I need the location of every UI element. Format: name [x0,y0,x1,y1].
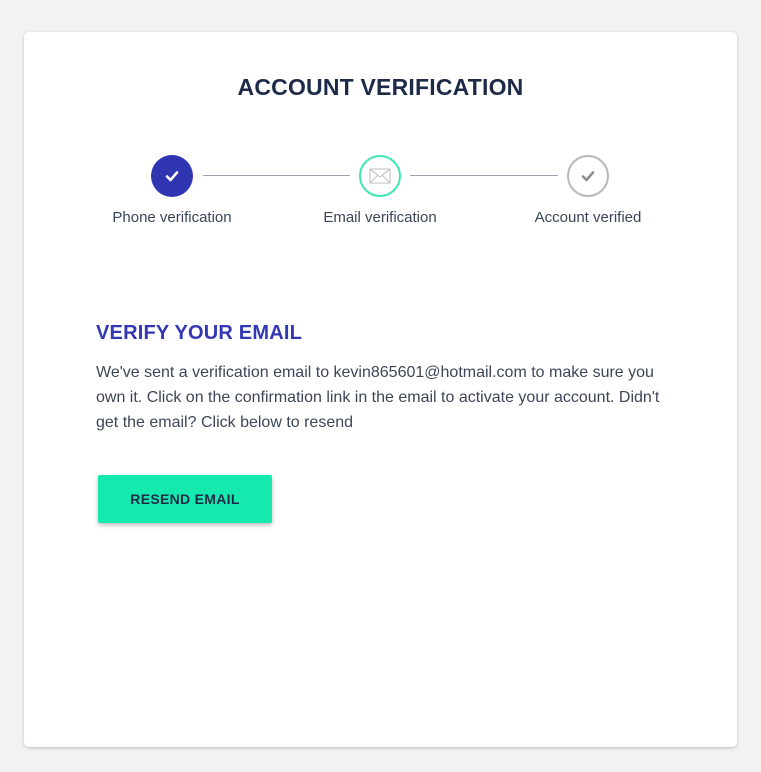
step-label-email: Email verification [323,209,437,226]
check-icon [581,171,595,182]
verify-email-heading: VERIFY YOUR EMAIL [96,322,303,344]
page-title: ACCOUNT VERIFICATION [237,74,524,100]
step-label-phone: Phone verification [112,209,232,226]
verification-message: We've sent a verification email to kevin… [96,364,660,431]
step-label-account: Account verified [534,209,642,226]
step-connector [410,175,558,176]
step-account-pending-indicator [567,155,609,197]
resend-email-button[interactable]: RESEND EMAIL [98,475,272,523]
envelope-icon [369,168,391,184]
step-phone-completed-indicator [151,155,193,197]
check-icon [165,171,179,182]
verification-card: ACCOUNT VERIFICATION Phone verification … [24,32,737,747]
step-connector [203,175,350,176]
step-email-current-indicator [359,155,401,197]
